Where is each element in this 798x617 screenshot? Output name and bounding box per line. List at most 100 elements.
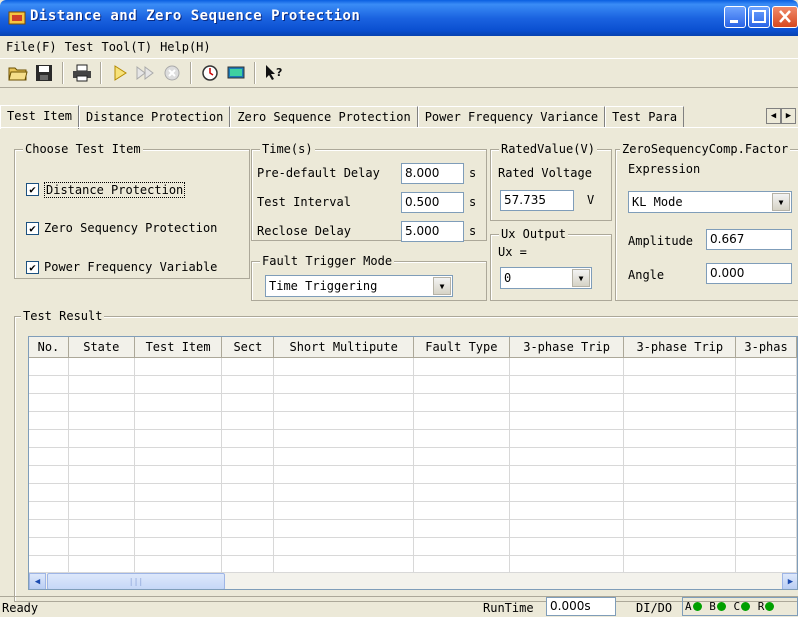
table-cell bbox=[222, 502, 275, 520]
led-c-indicator bbox=[741, 602, 751, 611]
column-header[interactable]: Fault Type bbox=[413, 337, 510, 358]
menu-tool[interactable]: Tool(T) bbox=[99, 40, 158, 54]
monitor-icon[interactable] bbox=[224, 61, 248, 85]
column-header[interactable]: State bbox=[68, 337, 135, 358]
dido-label: DI/DO bbox=[636, 601, 673, 615]
chevron-down-icon[interactable]: ▼ bbox=[433, 277, 451, 295]
test-interval-input[interactable]: 0.500 bbox=[401, 192, 464, 213]
column-header[interactable]: Short Multipute bbox=[274, 337, 414, 358]
column-header[interactable]: 3-phas bbox=[736, 337, 797, 358]
pre-default-delay-input[interactable]: 8.000 bbox=[401, 163, 464, 184]
chevron-down-icon[interactable]: ▼ bbox=[572, 269, 590, 287]
column-header[interactable]: 3-phase Trip bbox=[509, 337, 625, 358]
fault-trigger-mode-group: Fault Trigger Mode Time Triggering ▼ bbox=[251, 254, 487, 301]
table-cell bbox=[134, 502, 223, 520]
table-cell bbox=[68, 358, 135, 376]
open-folder-icon[interactable] bbox=[6, 61, 30, 85]
column-header[interactable]: Sect bbox=[222, 337, 275, 358]
scroll-right-icon[interactable]: ▶ bbox=[782, 573, 797, 589]
print-icon[interactable] bbox=[70, 61, 94, 85]
table-cell bbox=[29, 538, 69, 556]
power-frequency-variable-label[interactable]: Power Frequency Variable bbox=[44, 260, 217, 274]
toolbar-separator bbox=[254, 62, 256, 84]
table-cell bbox=[736, 520, 797, 538]
test-interval-unit: s bbox=[469, 195, 477, 209]
tab-test-para[interactable]: Test Para bbox=[605, 106, 685, 128]
zero-sequency-protection-label[interactable]: Zero Sequency Protection bbox=[44, 221, 217, 235]
zero-sequency-protection-checkbox[interactable]: ✔ bbox=[26, 222, 39, 235]
rated-voltage-input[interactable]: 57.735 bbox=[500, 190, 574, 211]
title-bar[interactable]: Distance and Zero Sequence Protection bbox=[0, 0, 798, 36]
amplitude-input[interactable]: 0.667 bbox=[706, 229, 792, 250]
save-icon[interactable] bbox=[32, 61, 56, 85]
table-cell bbox=[413, 520, 510, 538]
menu-file[interactable]: File(F) bbox=[4, 40, 63, 54]
table-row[interactable] bbox=[29, 484, 797, 502]
stop-icon[interactable] bbox=[160, 61, 184, 85]
table-cell bbox=[29, 502, 69, 520]
table-cell bbox=[274, 520, 414, 538]
table-cell bbox=[736, 394, 797, 412]
scrollbar-thumb[interactable]: ||| bbox=[47, 573, 225, 589]
table-row[interactable] bbox=[29, 448, 797, 466]
fault-trigger-mode-value: Time Triggering bbox=[269, 279, 378, 293]
power-frequency-variable-checkbox[interactable]: ✔ bbox=[26, 261, 39, 274]
ux-output-select[interactable]: 0 ▼ bbox=[500, 267, 592, 289]
time-group: Time(s) Pre-default Delay 8.000 s Test I… bbox=[251, 142, 487, 242]
maximize-icon bbox=[752, 10, 766, 23]
pre-default-delay-unit: s bbox=[469, 166, 477, 180]
table-row[interactable] bbox=[29, 520, 797, 538]
table-cell bbox=[509, 448, 625, 466]
table-row[interactable] bbox=[29, 394, 797, 412]
window-title: Distance and Zero Sequence Protection bbox=[30, 8, 361, 24]
table-row[interactable] bbox=[29, 376, 797, 394]
table-row[interactable] bbox=[29, 502, 797, 520]
table-cell bbox=[413, 394, 510, 412]
play-icon[interactable] bbox=[108, 61, 132, 85]
table-row[interactable] bbox=[29, 430, 797, 448]
tab-test-item[interactable]: Test Item bbox=[0, 105, 80, 129]
expression-select[interactable]: KL Mode ▼ bbox=[628, 191, 792, 213]
table-cell bbox=[68, 376, 135, 394]
scroll-left-icon[interactable]: ◀ bbox=[29, 573, 46, 589]
zero-sequency-comp-group: ZeroSequencyComp.Factor Expression KL Mo… bbox=[615, 142, 798, 301]
tab-power-frequency-variance[interactable]: Power Frequency Variance bbox=[417, 106, 606, 128]
angle-input[interactable]: 0.000 bbox=[706, 263, 792, 284]
column-header[interactable]: No. bbox=[29, 337, 69, 358]
table-cell bbox=[509, 412, 625, 430]
table-cell bbox=[29, 412, 69, 430]
column-header[interactable]: 3-phase Trip bbox=[624, 337, 737, 358]
test-result-table[interactable]: No. State Test Item Sect Short Multipute Faul… bbox=[28, 336, 798, 590]
column-header[interactable]: Test Item bbox=[134, 337, 223, 358]
table-row[interactable] bbox=[29, 358, 797, 376]
tab-zero-sequence-protection[interactable]: Zero Sequence Protection bbox=[230, 106, 418, 128]
fast-forward-icon[interactable] bbox=[134, 61, 158, 85]
distance-protection-checkbox[interactable]: ✔ bbox=[26, 183, 39, 196]
minimize-button[interactable] bbox=[724, 6, 746, 28]
table-cell bbox=[413, 502, 510, 520]
table-row[interactable] bbox=[29, 466, 797, 484]
tab-scroll-right-icon[interactable]: ▶ bbox=[781, 108, 796, 124]
table-row[interactable] bbox=[29, 538, 797, 556]
fault-trigger-mode-select[interactable]: Time Triggering ▼ bbox=[265, 275, 453, 297]
table-cell bbox=[222, 394, 275, 412]
clock-icon[interactable] bbox=[198, 61, 222, 85]
table-cell bbox=[509, 484, 625, 502]
chevron-down-icon[interactable]: ▼ bbox=[772, 193, 790, 211]
tab-scroll-left-icon[interactable]: ◀ bbox=[766, 108, 781, 124]
menu-help[interactable]: Help(H) bbox=[158, 40, 217, 54]
led-b-label: B bbox=[709, 600, 716, 613]
ux-output-value: 0 bbox=[504, 271, 512, 285]
table-row[interactable] bbox=[29, 412, 797, 430]
table-cell bbox=[736, 430, 797, 448]
led-b-indicator bbox=[716, 602, 726, 611]
menu-test[interactable]: Test bbox=[63, 40, 100, 54]
minimize-icon bbox=[730, 20, 738, 23]
horizontal-scrollbar[interactable]: ◀ ||| ▶ bbox=[29, 572, 797, 589]
help-pointer-icon[interactable]: ? bbox=[262, 61, 286, 85]
close-button[interactable] bbox=[772, 6, 798, 28]
tab-distance-protection[interactable]: Distance Protection bbox=[79, 106, 231, 128]
distance-protection-label[interactable]: Distance Protection bbox=[44, 182, 186, 198]
maximize-button[interactable] bbox=[748, 6, 770, 28]
reclose-delay-input[interactable]: 5.000 bbox=[401, 221, 464, 242]
